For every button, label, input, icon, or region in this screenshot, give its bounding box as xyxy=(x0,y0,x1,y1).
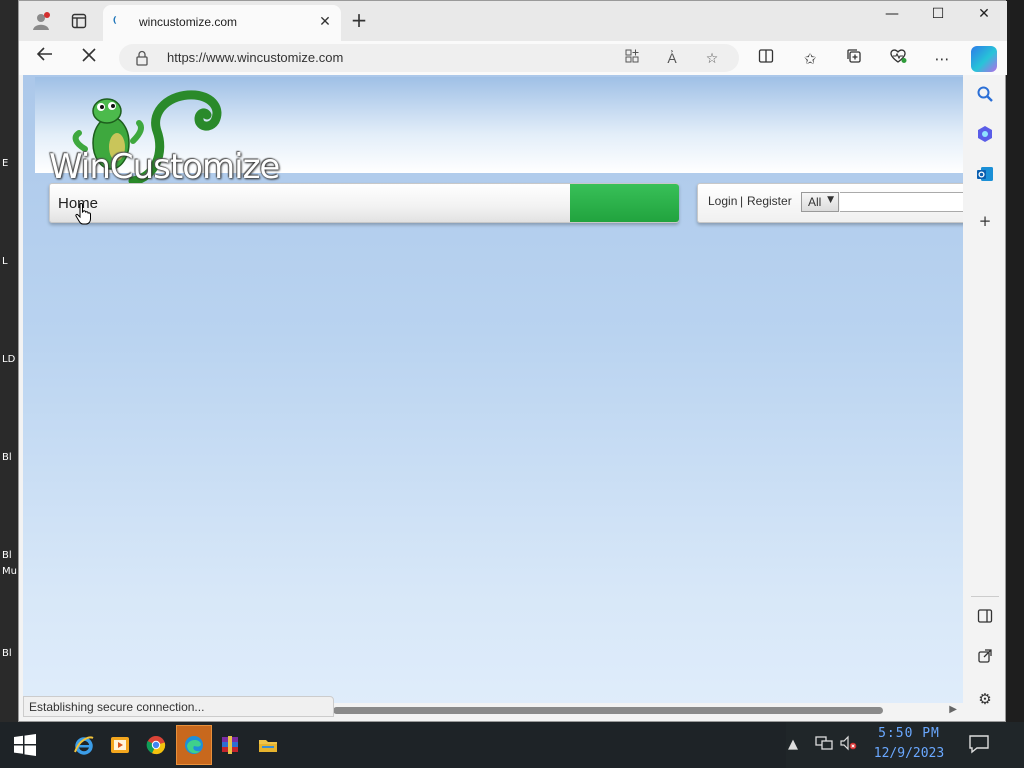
status-bar: Establishing secure connection... xyxy=(23,696,334,717)
search-scope-select[interactable]: All ▼ xyxy=(801,192,839,212)
media-player-icon[interactable] xyxy=(102,725,138,765)
browser-window: ⁽ wincustomize.com ✕ + — ☐ ✕ https://www… xyxy=(18,0,1007,722)
hide-sidebar-icon[interactable] xyxy=(973,607,997,631)
hand-cursor-icon xyxy=(75,203,91,225)
desktop-icon-label: Bl xyxy=(2,648,12,659)
web-page: WinCustomize Home Login | Register All ▼ xyxy=(23,75,963,717)
split-screen-icon[interactable] xyxy=(753,47,779,71)
add-icon[interactable]: + xyxy=(973,209,997,233)
back-arrow-icon[interactable] xyxy=(31,45,59,71)
tab-strip: ⁽ wincustomize.com ✕ + — ☐ ✕ xyxy=(19,1,1007,41)
sidebar-divider xyxy=(971,596,999,597)
minimize-button[interactable]: — xyxy=(869,1,915,29)
open-external-icon[interactable] xyxy=(973,647,997,671)
copilot-sidebar-icon[interactable] xyxy=(973,125,997,149)
browser-sidebar: + ⚙ xyxy=(965,75,1005,721)
outlook-icon[interactable] xyxy=(973,165,997,189)
close-window-button[interactable]: ✕ xyxy=(961,1,1007,29)
stop-loading-icon[interactable] xyxy=(75,45,103,71)
login-link[interactable]: Login xyxy=(708,194,737,208)
app-available-icon[interactable] xyxy=(621,48,643,70)
favorites-icon[interactable]: ✩ xyxy=(797,47,823,71)
volume-muted-icon[interactable] xyxy=(838,735,858,755)
search-icon[interactable] xyxy=(973,85,997,109)
chevron-down-icon: ▼ xyxy=(827,195,834,205)
link-separator: | xyxy=(740,194,744,208)
internet-explorer-icon[interactable] xyxy=(66,725,102,765)
desktop-background-right xyxy=(1006,0,1024,722)
scrollbar-thumb[interactable] xyxy=(333,707,883,714)
scroll-right-icon[interactable]: ▶ xyxy=(949,704,957,715)
read-aloud-icon[interactable]: A͐ xyxy=(661,48,683,70)
winrar-icon[interactable] xyxy=(212,725,248,765)
windows-taskbar: ▲ 5:50 PM 12/9/2023 xyxy=(0,722,1024,768)
lock-icon[interactable] xyxy=(135,50,149,66)
browser-toolbar: https://www.wincustomize.com A͐ ☆ ✩ ⋯ xyxy=(19,41,1007,75)
logo-wordmark: WinCustomize xyxy=(49,147,280,187)
new-tab-button[interactable]: + xyxy=(347,9,371,33)
more-icon[interactable]: ⋯ xyxy=(929,47,955,71)
site-search-input[interactable] xyxy=(840,192,963,212)
site-logo[interactable]: WinCustomize xyxy=(45,83,295,189)
account-search-bar: Login | Register All ▼ xyxy=(697,183,963,223)
tab-actions-icon[interactable] xyxy=(67,9,91,33)
file-explorer-icon[interactable] xyxy=(250,725,286,765)
maximize-button[interactable]: ☐ xyxy=(915,1,961,29)
desktop-icon-label: LD xyxy=(2,354,16,365)
edge-icon[interactable] xyxy=(176,725,212,765)
tab-wincustomize[interactable]: ⁽ wincustomize.com ✕ xyxy=(103,5,341,41)
main-navigation: Home xyxy=(49,183,679,223)
browser-essentials-icon[interactable] xyxy=(885,47,911,71)
desktop-icon-label: L xyxy=(2,256,8,267)
search-scope-value: All xyxy=(808,195,822,209)
copilot-icon[interactable] xyxy=(971,46,997,72)
clock-date[interactable]: 12/9/2023 xyxy=(870,746,948,761)
system-tray: ▲ 5:50 PM 12/9/2023 xyxy=(786,722,1024,768)
windows-start-icon[interactable] xyxy=(12,732,38,758)
desktop-icon-label: E xyxy=(2,158,9,169)
loading-favicon-icon: ⁽ xyxy=(113,14,117,30)
profile-icon[interactable] xyxy=(29,9,53,33)
desktop-icon-label: Bl xyxy=(2,550,12,561)
chrome-icon[interactable] xyxy=(138,725,174,765)
clock-time[interactable]: 5:50 PM xyxy=(874,726,944,741)
nav-highlight-button[interactable] xyxy=(570,184,679,222)
show-hidden-icons-icon[interactable]: ▲ xyxy=(786,735,800,755)
favorite-star-icon[interactable]: ☆ xyxy=(701,48,723,70)
close-tab-icon[interactable]: ✕ xyxy=(315,12,335,32)
collections-icon[interactable] xyxy=(841,47,867,71)
tab-title: wincustomize.com xyxy=(139,15,238,29)
address-bar[interactable]: https://www.wincustomize.com A͐ ☆ xyxy=(119,44,739,72)
url-text[interactable]: https://www.wincustomize.com xyxy=(167,50,343,65)
desktop-background-left: E L LD Bl Bl Mu Bl xyxy=(0,0,18,722)
settings-gear-icon[interactable]: ⚙ xyxy=(973,687,997,711)
action-center-icon[interactable] xyxy=(968,734,990,754)
register-link[interactable]: Register xyxy=(747,194,792,208)
desktop-icon-label: Mu xyxy=(2,566,17,577)
network-icon[interactable] xyxy=(814,735,834,755)
desktop-icon-label: Bl xyxy=(2,452,12,463)
